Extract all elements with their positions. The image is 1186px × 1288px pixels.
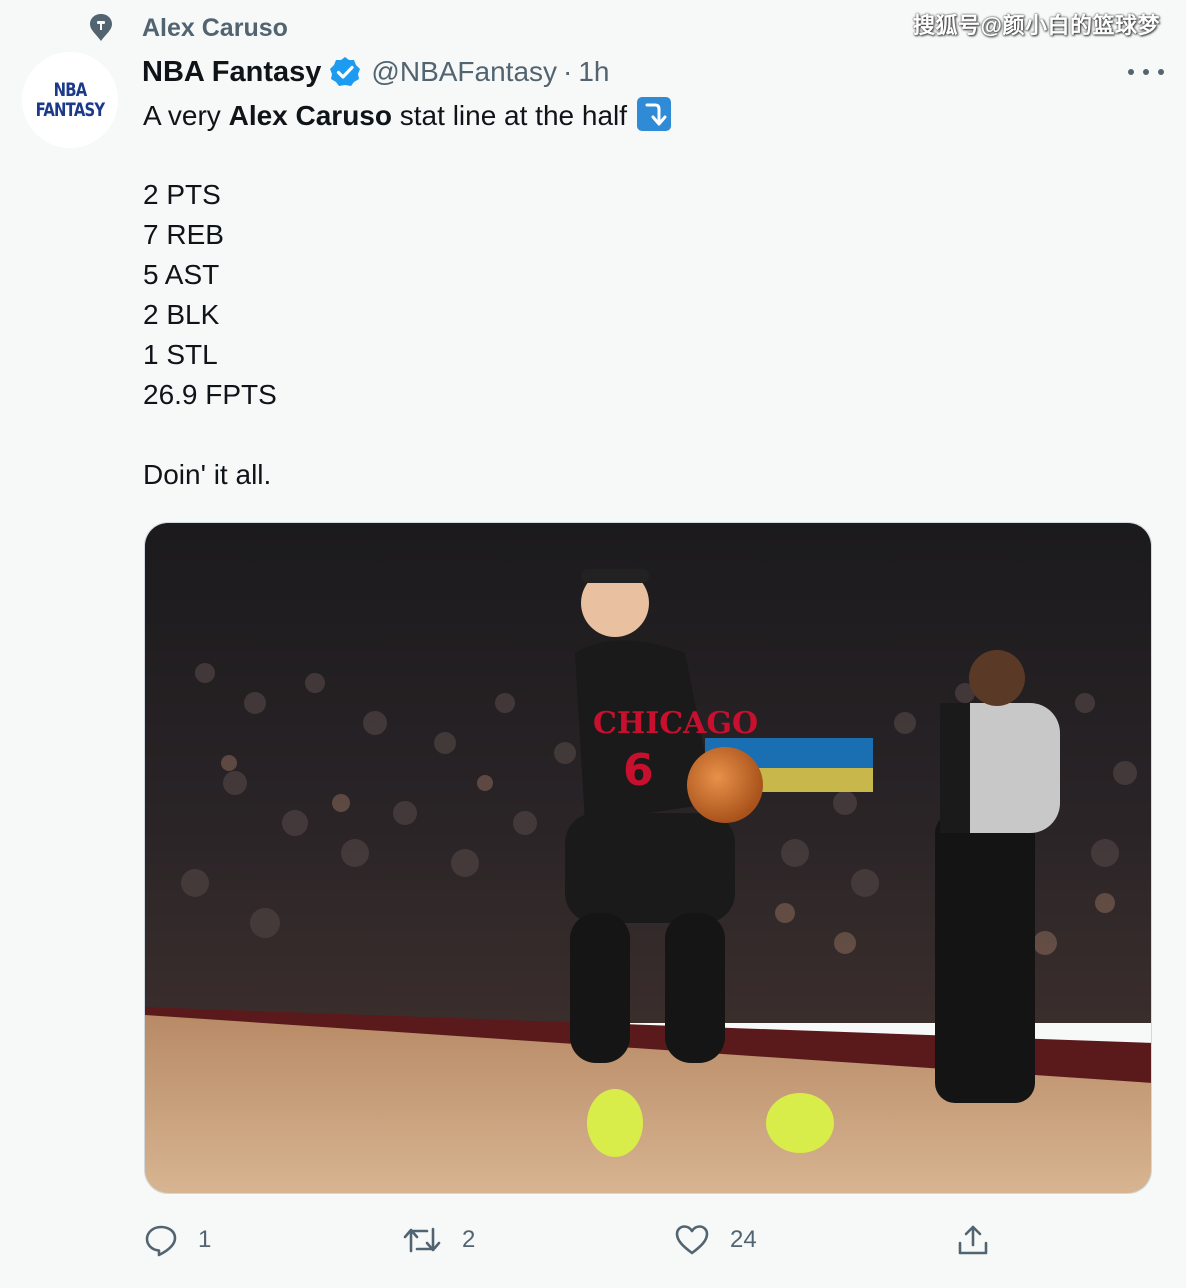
intro-prefix: A very bbox=[143, 100, 229, 131]
more-options-icon[interactable] bbox=[1128, 58, 1164, 86]
retweet-button[interactable]: 2 bbox=[402, 1218, 475, 1262]
heart-icon bbox=[675, 1225, 709, 1255]
stat-line: 7 REB bbox=[143, 219, 224, 250]
intro-bold-name: Alex Caruso bbox=[228, 100, 392, 131]
pin-icon bbox=[86, 13, 116, 43]
stat-list: 2 PTS 7 REB 5 AST 2 BLK 1 STL 26.9 FPTS bbox=[143, 175, 277, 415]
author-name[interactable]: NBA Fantasy bbox=[142, 56, 321, 89]
like-button[interactable]: 24 bbox=[674, 1218, 757, 1262]
social-context-label[interactable]: Alex Caruso bbox=[142, 14, 288, 43]
stat-line: 5 AST bbox=[143, 259, 220, 290]
stat-line: 2 BLK bbox=[143, 299, 220, 330]
tweet-photo[interactable]: CHICAGO 6 bbox=[144, 522, 1152, 1194]
retweet-count: 2 bbox=[462, 1226, 476, 1253]
reply-icon bbox=[145, 1225, 177, 1257]
jersey-text: CHICAGO bbox=[593, 706, 758, 741]
watermark: 搜狐号@颜小白的篮球梦 bbox=[913, 13, 1160, 38]
tweet-text: A very Alex Caruso stat line at the half bbox=[143, 96, 672, 136]
verified-badge-icon bbox=[329, 56, 361, 88]
closing-line: Doin' it all. bbox=[143, 459, 272, 490]
stat-line: 26.9 FPTS bbox=[143, 379, 277, 410]
timestamp[interactable]: 1h bbox=[578, 56, 609, 88]
retweet-icon bbox=[403, 1227, 441, 1253]
share-button[interactable] bbox=[956, 1218, 990, 1262]
intro-suffix: stat line at the half bbox=[392, 100, 628, 131]
author-handle[interactable]: @NBAFantasy bbox=[371, 56, 557, 88]
avatar[interactable]: NBA FANTASY bbox=[22, 52, 118, 148]
reply-button[interactable]: 1 bbox=[144, 1218, 211, 1262]
tweet-header: NBA Fantasy @NBAFantasy · 1h bbox=[142, 52, 1156, 92]
social-context: Alex Caruso bbox=[86, 10, 288, 46]
reply-count: 1 bbox=[198, 1226, 212, 1253]
tweet-actions: 1 2 24 bbox=[144, 1218, 1024, 1262]
like-count: 24 bbox=[730, 1226, 757, 1253]
separator-dot: · bbox=[563, 56, 573, 87]
avatar-logo-line1: NBA bbox=[53, 79, 88, 101]
stat-line: 2 PTS bbox=[143, 179, 221, 210]
arrow-down-emoji-icon bbox=[637, 97, 672, 131]
stat-line: 1 STL bbox=[143, 339, 218, 370]
basketball bbox=[687, 747, 763, 823]
jersey-number: 6 bbox=[623, 745, 654, 796]
avatar-logo-line2: FANTASY bbox=[35, 99, 105, 121]
share-icon bbox=[958, 1225, 988, 1255]
